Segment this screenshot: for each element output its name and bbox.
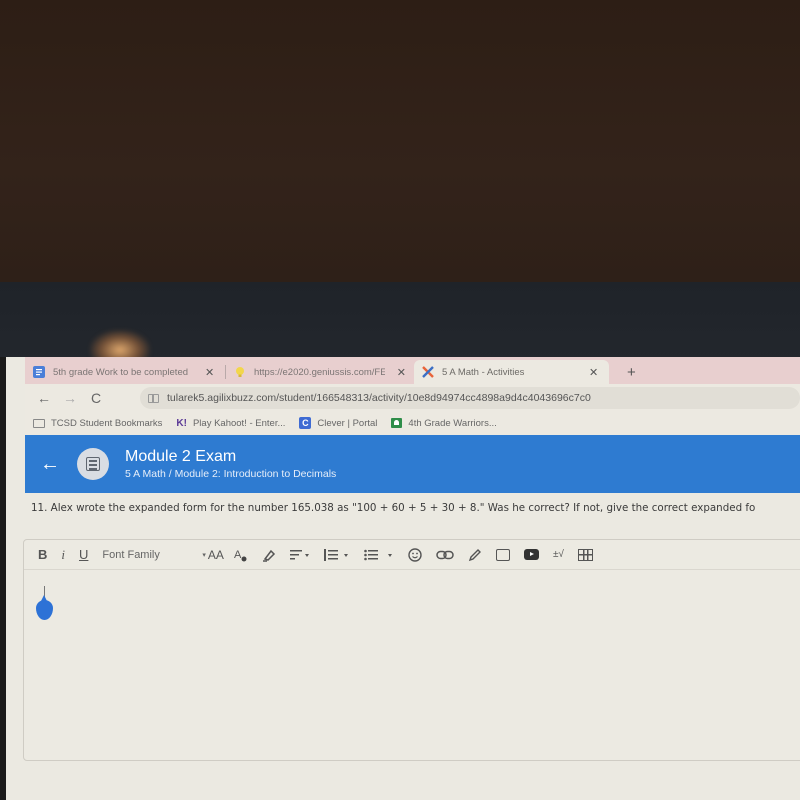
clever-icon: C bbox=[299, 417, 312, 429]
bookmark-tcsd[interactable]: TCSD Student Bookmarks bbox=[33, 418, 162, 429]
url-bar[interactable]: tularek5.agilixbuzz.com/student/16654831… bbox=[140, 387, 800, 409]
buzz-x-icon bbox=[422, 366, 434, 378]
browser-window: 5th grade Work to be completed ✕ https:/… bbox=[0, 357, 800, 800]
lightbulb-icon bbox=[234, 366, 246, 378]
google-classroom-icon bbox=[391, 418, 403, 428]
font-family-dropdown[interactable]: Font Family bbox=[102, 549, 198, 561]
pencil-icon[interactable] bbox=[468, 548, 482, 562]
address-bar-row: ← → C tularek5.agilixbuzz.com/student/16… bbox=[25, 384, 800, 412]
breadcrumb: 5 A Math / Module 2: Introduction to Dec… bbox=[125, 468, 337, 480]
new-tab-button[interactable]: + bbox=[609, 364, 646, 384]
video-icon[interactable] bbox=[523, 549, 539, 560]
answer-input[interactable] bbox=[24, 570, 800, 760]
folder-icon bbox=[33, 418, 45, 428]
font-size-label: AA bbox=[207, 547, 224, 562]
background-wall bbox=[0, 0, 800, 282]
tab-strip: 5th grade Work to be completed ✕ https:/… bbox=[25, 357, 800, 384]
link-icon[interactable] bbox=[436, 550, 454, 560]
italic-button[interactable]: i bbox=[61, 547, 65, 563]
bookmarks-bar: TCSD Student Bookmarks K! Play Kahoot! -… bbox=[25, 412, 800, 434]
tab-title: 5th grade Work to be completed bbox=[53, 366, 189, 378]
bookmark-clever[interactable]: C Clever | Portal bbox=[299, 417, 377, 429]
align-icon[interactable] bbox=[289, 549, 310, 561]
google-docs-icon bbox=[33, 366, 45, 378]
close-tab-icon[interactable]: ✕ bbox=[205, 366, 214, 379]
svg-text:A: A bbox=[234, 549, 242, 561]
bookmark-label: 4th Grade Warriors... bbox=[408, 417, 497, 429]
exam-header: ← Module 2 Exam 5 A Math / Module 2: Int… bbox=[25, 435, 800, 493]
screen-edge bbox=[0, 357, 6, 800]
bookmark-label: TCSD Student Bookmarks bbox=[51, 417, 163, 429]
text-color-icon[interactable]: A bbox=[234, 548, 248, 562]
bookmark-4th-grade-warriors[interactable]: 4th Grade Warriors... bbox=[391, 417, 497, 429]
bookmark-kahoot[interactable]: K! Play Kahoot! - Enter... bbox=[176, 418, 285, 429]
tab-docs[interactable]: 5th grade Work to be completed ✕ bbox=[25, 360, 225, 384]
close-tab-icon[interactable]: ✕ bbox=[397, 366, 406, 379]
back-button[interactable]: ← bbox=[31, 390, 57, 406]
editor-toolbar: B i U Font Family ▾ AA A ±√ bbox=[24, 540, 800, 570]
site-info-icon[interactable] bbox=[148, 393, 159, 403]
emoji-icon[interactable] bbox=[408, 547, 422, 562]
kahoot-icon: K! bbox=[176, 417, 187, 429]
table-icon[interactable] bbox=[577, 548, 593, 561]
bookmark-label: Play Kahoot! - Enter... bbox=[192, 417, 286, 429]
bookmark-label: Clever | Portal bbox=[317, 417, 378, 429]
url-text: tularek5.agilixbuzz.com/student/16654831… bbox=[167, 392, 591, 404]
forward-button[interactable]: → bbox=[57, 390, 83, 406]
underline-button[interactable]: U bbox=[79, 547, 88, 562]
bold-button[interactable]: B bbox=[38, 547, 47, 562]
cursor-handle[interactable] bbox=[36, 595, 53, 620]
highlighter-icon[interactable] bbox=[262, 548, 276, 562]
tab-title: 5 A Math - Activities bbox=[442, 366, 525, 378]
close-tab-icon[interactable]: ✕ bbox=[589, 366, 598, 379]
bullet-list-icon[interactable] bbox=[364, 549, 394, 561]
tab-title: https://e2020.geniussis.com/FE bbox=[254, 366, 385, 378]
font-size-button[interactable]: AA bbox=[208, 548, 224, 562]
back-arrow-icon[interactable]: ← bbox=[25, 453, 75, 476]
numbered-list-icon[interactable] bbox=[323, 548, 350, 561]
tab-math-activities[interactable]: 5 A Math - Activities ✕ bbox=[414, 360, 609, 384]
image-icon[interactable] bbox=[495, 548, 510, 561]
question-text: 11. Alex wrote the expanded form for the… bbox=[31, 502, 756, 514]
rich-text-editor: B i U Font Family ▾ AA A ±√ bbox=[23, 539, 800, 761]
page-title: Module 2 Exam bbox=[125, 448, 237, 465]
checklist-icon bbox=[77, 448, 109, 480]
chevron-down-icon[interactable]: ▾ bbox=[202, 551, 206, 559]
reload-button[interactable]: C bbox=[83, 390, 109, 406]
formula-icon[interactable]: ±√ bbox=[553, 549, 564, 560]
tab-geniussis[interactable]: https://e2020.geniussis.com/FE ✕ bbox=[226, 360, 414, 384]
